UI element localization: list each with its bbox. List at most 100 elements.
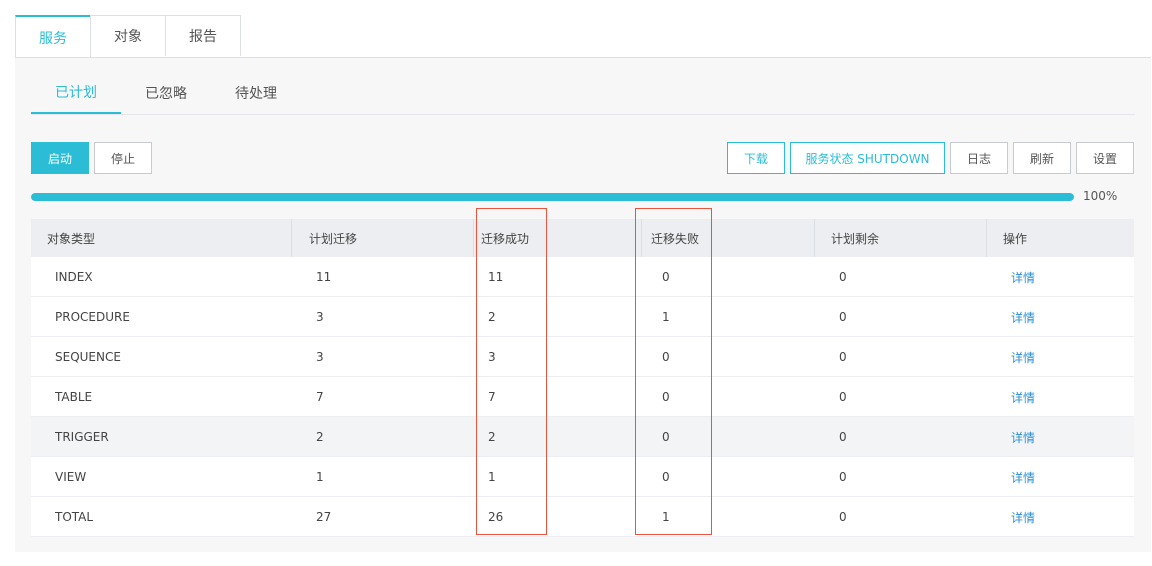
cell-failed: 1 [662, 310, 670, 324]
table-cell: 详情 [987, 497, 1134, 537]
table-cell: 0 [815, 257, 987, 297]
cell-object-type: VIEW [55, 470, 87, 484]
table-cell: 3 [474, 337, 642, 377]
tab-report[interactable]: 报告 [165, 15, 241, 56]
table-row: TOTAL 27 26 1 0 详情 [31, 497, 1134, 537]
details-link[interactable]: 详情 [1011, 469, 1035, 486]
table-cell: 0 [642, 377, 815, 417]
refresh-button[interactable]: 刷新 [1013, 142, 1071, 174]
table-cell: 0 [815, 377, 987, 417]
cell-success: 7 [488, 390, 496, 404]
table-cell: 0 [815, 297, 987, 337]
cell-planned: 3 [316, 350, 324, 364]
table-cell: PROCEDURE [31, 297, 292, 337]
progress-bar [31, 193, 1074, 201]
table-cell: 详情 [987, 417, 1134, 457]
stop-button[interactable]: 停止 [94, 142, 152, 174]
details-link[interactable]: 详情 [1011, 389, 1035, 406]
table-cell: 26 [474, 497, 642, 537]
table-cell: VIEW [31, 457, 292, 497]
table-row: VIEW 1 1 0 0 详情 [31, 457, 1134, 497]
table-cell: 详情 [987, 457, 1134, 497]
header-success[interactable]: 迁移成功 [474, 219, 642, 257]
top-tab-bar: 服务 对象 报告 [15, 15, 241, 58]
table-cell: 27 [292, 497, 474, 537]
table-cell: 1 [474, 457, 642, 497]
cell-object-type: INDEX [55, 270, 93, 284]
cell-planned: 27 [316, 510, 332, 524]
table-row: TRIGGER 2 2 0 0 详情 [31, 417, 1134, 457]
table-cell: INDEX [31, 257, 292, 297]
cell-remaining: 0 [839, 270, 847, 284]
cell-success: 26 [488, 510, 504, 524]
cell-failed: 1 [662, 510, 670, 524]
progress-fill [31, 193, 1074, 201]
table-cell: 2 [474, 417, 642, 457]
table-body: INDEX 11 11 0 0 详情 PROCEDURE 3 2 1 0 详情 SEQUENCE 3 3 0 0… [31, 257, 1134, 537]
subtab-pending[interactable]: 待处理 [221, 72, 291, 114]
table-cell: 详情 [987, 377, 1134, 417]
table-cell: 0 [642, 257, 815, 297]
download-button[interactable]: 下载 [727, 142, 785, 174]
details-link[interactable]: 详情 [1011, 349, 1035, 366]
header-remaining[interactable]: 计划剩余 [815, 219, 987, 257]
settings-button[interactable]: 设置 [1076, 142, 1134, 174]
header-action: 操作 [1003, 231, 1028, 246]
log-button[interactable]: 日志 [950, 142, 1008, 174]
cell-failed: 0 [662, 270, 670, 284]
sub-tab-bar: 已计划 已忽略 待处理 [31, 72, 1135, 115]
table-cell: 7 [292, 377, 474, 417]
subtab-ignored[interactable]: 已忽略 [131, 72, 201, 114]
cell-object-type: PROCEDURE [55, 310, 130, 324]
header-object-type[interactable]: 对象类型 [31, 219, 292, 257]
header-failed[interactable]: 迁移失败 [642, 219, 815, 257]
tab-objects[interactable]: 对象 [90, 15, 166, 56]
table-cell: 0 [815, 337, 987, 377]
table-row: INDEX 11 11 0 0 详情 [31, 257, 1134, 297]
cell-success: 3 [488, 350, 496, 364]
cell-failed: 0 [662, 430, 670, 444]
table-cell: 0 [642, 417, 815, 457]
cell-success: 11 [488, 270, 504, 284]
cell-remaining: 0 [839, 470, 847, 484]
table-cell: 3 [292, 297, 474, 337]
progress-label: 100% [1083, 189, 1118, 203]
cell-planned: 7 [316, 390, 324, 404]
details-link[interactable]: 详情 [1011, 269, 1035, 286]
table-cell: 0 [815, 457, 987, 497]
subtab-planned[interactable]: 已计划 [31, 72, 121, 114]
cell-success: 2 [488, 430, 496, 444]
cell-planned: 11 [316, 270, 332, 284]
table-cell: 详情 [987, 337, 1134, 377]
cell-object-type: SEQUENCE [55, 350, 121, 364]
cell-failed: 0 [662, 390, 670, 404]
cell-failed: 0 [662, 470, 670, 484]
table-cell: 详情 [987, 297, 1134, 337]
table-cell: 0 [642, 457, 815, 497]
cell-remaining: 0 [839, 310, 847, 324]
details-link[interactable]: 详情 [1011, 429, 1035, 446]
cell-object-type: TOTAL [55, 510, 94, 524]
table-cell: 3 [292, 337, 474, 377]
migration-table: 对象类型 计划迁移 迁移成功 迁移失败 计划剩余 操作 INDEX 11 11 0 0 详… [31, 219, 1134, 537]
cell-remaining: 0 [839, 350, 847, 364]
cell-success: 1 [488, 470, 496, 484]
details-link[interactable]: 详情 [1011, 309, 1035, 326]
cell-object-type: TABLE [55, 390, 93, 404]
cell-planned: 3 [316, 310, 324, 324]
table-cell: 0 [815, 497, 987, 537]
service-panel: 已计划 已忽略 待处理 启动 停止 下载 服务状态 SHUTDOWN 日志 刷新… [15, 58, 1151, 552]
details-link[interactable]: 详情 [1011, 509, 1035, 526]
cell-remaining: 0 [839, 390, 847, 404]
table-cell: 11 [292, 257, 474, 297]
service-status-button[interactable]: 服务状态 SHUTDOWN [790, 142, 945, 174]
start-button[interactable]: 启动 [31, 142, 89, 174]
table-cell: 1 [642, 297, 815, 337]
table-row: TABLE 7 7 0 0 详情 [31, 377, 1134, 417]
table-cell: TOTAL [31, 497, 292, 537]
header-planned[interactable]: 计划迁移 [292, 219, 474, 257]
table-cell: 11 [474, 257, 642, 297]
table-cell: 2 [474, 297, 642, 337]
table-cell: 0 [642, 337, 815, 377]
tab-service[interactable]: 服务 [15, 15, 91, 58]
